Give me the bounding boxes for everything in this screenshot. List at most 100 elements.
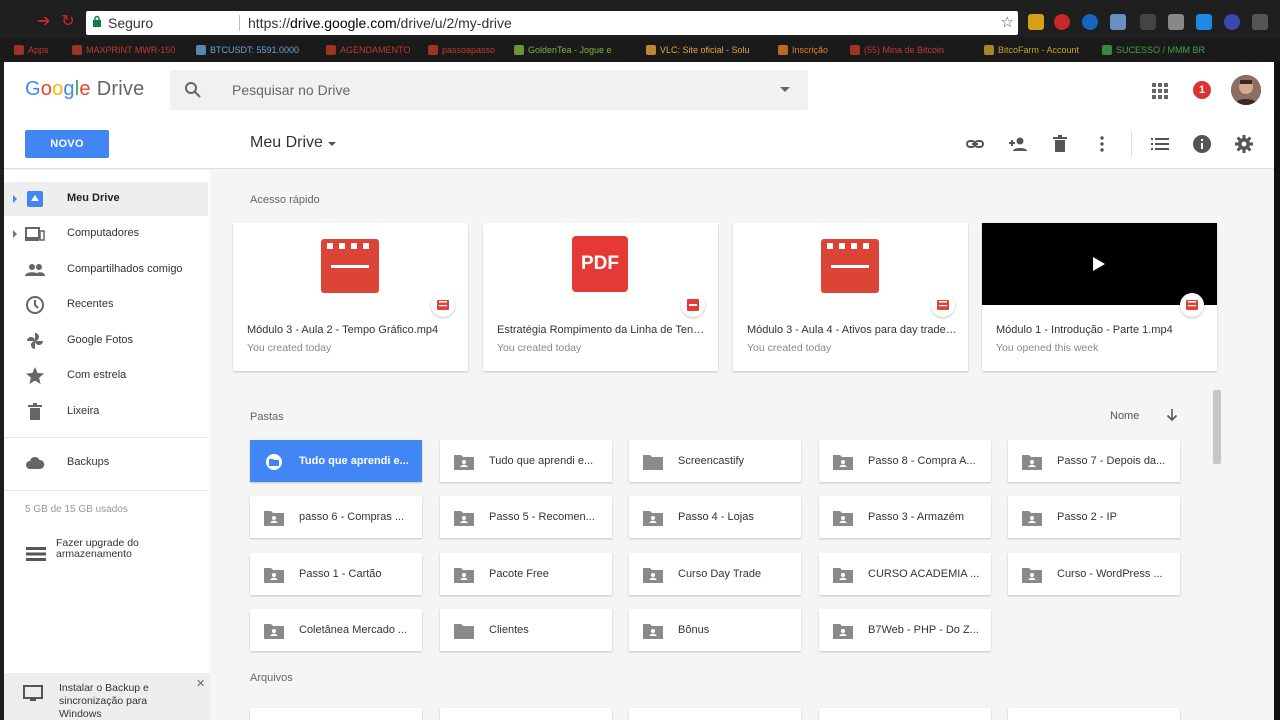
sidebar-item-backups[interactable]: Backups xyxy=(4,446,208,480)
search-input[interactable] xyxy=(232,80,752,100)
sidebar-item-trash[interactable]: Lixeira xyxy=(4,395,208,429)
install-backup-text: Instalar o Backup e sincronização para W… xyxy=(59,682,149,720)
folder-item[interactable]: Screencastify xyxy=(629,440,801,482)
upgrade-storage-link[interactable]: Fazer upgrade do armazenamento xyxy=(56,538,196,560)
folder-name: Passo 4 - Lojas xyxy=(678,511,754,523)
info-icon[interactable] xyxy=(1192,134,1212,154)
notifications-badge[interactable]: 1 xyxy=(1193,81,1211,99)
extension-download-icon[interactable] xyxy=(1196,14,1212,30)
secure-label: Seguro xyxy=(108,15,154,31)
extension-image-icon[interactable] xyxy=(1110,14,1126,30)
folder-item[interactable]: Passo 1 - Cartão xyxy=(250,553,422,595)
folder-item[interactable]: Passo 2 - IP xyxy=(1008,496,1180,538)
play-icon xyxy=(1093,257,1105,271)
install-backup-banner[interactable]: Instalar o Backup e sincronização para W… xyxy=(4,673,210,720)
bookmark-item[interactable]: passoapasso xyxy=(428,43,495,57)
bookmark-item[interactable]: GoldenTea - Jogue e xyxy=(514,43,612,57)
link-icon[interactable] xyxy=(965,134,985,154)
quick-access-card[interactable]: Módulo 1 - Introdução - Parte 1.mp4 You … xyxy=(982,223,1217,371)
forward-icon[interactable]: ➔ xyxy=(34,12,54,32)
folder-name: CURSO ACADEMIA ... xyxy=(868,568,980,580)
video-file-icon xyxy=(937,300,949,310)
folder-item[interactable]: Passo 7 - Depois da... xyxy=(1008,440,1180,482)
bookmark-item[interactable]: Apps xyxy=(14,43,49,57)
extension-scissors-icon[interactable] xyxy=(1168,14,1184,30)
file-card[interactable] xyxy=(440,708,612,720)
bookmark-item[interactable]: AGENDAMENTO xyxy=(326,43,410,57)
search-options-dropdown-icon[interactable] xyxy=(780,87,790,92)
more-vert-icon[interactable] xyxy=(1092,134,1112,154)
folder-item[interactable]: Tudo que aprendi e... xyxy=(250,440,422,482)
folder-item[interactable]: Bônus xyxy=(629,609,801,651)
quick-access-card[interactable]: Módulo 3 - Aula 4 - Ativos para day trad… xyxy=(733,223,968,371)
folder-item[interactable]: Coletânea Mercado ... xyxy=(250,609,422,651)
folder-item[interactable]: Clientes xyxy=(440,609,612,651)
bookmark-item[interactable]: VLC: Site oficial - Solu xyxy=(646,43,750,57)
sidebar-item-computadores[interactable]: Computadores xyxy=(4,217,208,251)
folder-item[interactable]: Passo 3 - Armazém xyxy=(819,496,991,538)
monitor-icon xyxy=(23,685,43,701)
sidebar-item-photos[interactable]: Google Fotos xyxy=(4,324,208,358)
extension-check-icon[interactable] xyxy=(1140,14,1156,30)
bookmark-item[interactable]: SUCESSO / MMM BR xyxy=(1102,43,1205,57)
folder-item[interactable]: Tudo que aprendi e... xyxy=(440,440,612,482)
file-name: Módulo 3 - Aula 2 - Tempo Gráfico.mp4 xyxy=(247,324,439,336)
folder-item[interactable]: Pacote Free xyxy=(440,553,612,595)
bookmark-item[interactable]: BTCUSDT: 5591.0000 xyxy=(196,43,299,57)
folder-name: Passo 7 - Depois da... xyxy=(1057,455,1166,467)
quick-access-card[interactable]: Módulo 3 - Aula 2 - Tempo Gráfico.mp4 Yo… xyxy=(233,223,468,371)
sidebar-item-starred[interactable]: Com estrela xyxy=(4,359,208,393)
close-icon[interactable]: ✕ xyxy=(196,677,205,690)
search-box[interactable] xyxy=(170,70,808,110)
folder-item[interactable]: Passo 5 - Recomen... xyxy=(440,496,612,538)
shared-folder-icon xyxy=(264,511,284,526)
folder-item[interactable]: Curso Day Trade xyxy=(629,553,801,595)
arrow-down-icon[interactable] xyxy=(1165,408,1179,422)
file-card[interactable] xyxy=(629,708,801,720)
expand-arrow-icon[interactable] xyxy=(13,195,17,203)
folder-item[interactable]: B7Web - PHP - Do Z... xyxy=(819,609,991,651)
bookmark-item[interactable]: (55) Mina de Bitcoin xyxy=(850,43,944,57)
extension-adblock-icon[interactable] xyxy=(1054,14,1070,30)
bookmark-item[interactable]: MAXPRINT MWR-150 xyxy=(72,43,175,57)
settings-gear-icon[interactable] xyxy=(1234,134,1254,154)
extension-pencil-icon[interactable] xyxy=(1028,14,1044,30)
folder-item[interactable]: Passo 4 - Lojas xyxy=(629,496,801,538)
folder-name: Coletânea Mercado ... xyxy=(299,624,408,636)
sidebar-item-shared[interactable]: Compartilhados comigo xyxy=(4,253,208,287)
apps-grid-icon[interactable] xyxy=(1152,83,1168,99)
quick-access-card[interactable]: PDF Estratégia Rompimento da Linha de Te… xyxy=(483,223,718,371)
file-card[interactable] xyxy=(819,708,991,720)
sidebar-item-meu-drive[interactable]: Meu Drive xyxy=(4,182,208,216)
new-button[interactable]: NOVO xyxy=(25,130,109,158)
list-view-icon[interactable] xyxy=(1150,134,1170,154)
sidebar-item-recent[interactable]: Recentes xyxy=(4,288,208,322)
shared-folder-icon xyxy=(1022,455,1042,470)
extension-globe-icon[interactable] xyxy=(1224,14,1240,30)
drive-logo[interactable]: Google Drive xyxy=(25,78,144,101)
chevron-down-icon[interactable] xyxy=(328,142,336,146)
sidebar-item-label: Google Fotos xyxy=(67,334,134,346)
bookmark-item[interactable]: BitcoFarm - Account xyxy=(984,43,1079,57)
reload-icon[interactable]: ↻ xyxy=(58,12,78,32)
extension-info-icon[interactable] xyxy=(1082,14,1098,30)
folder-item[interactable]: Curso - WordPress ... xyxy=(1008,553,1180,595)
bookmark-star-icon[interactable]: ☆ xyxy=(1001,13,1014,31)
chrome-menu-icon[interactable] xyxy=(1252,14,1268,30)
folder-item[interactable]: Passo 8 - Compra A... xyxy=(819,440,991,482)
scrollbar[interactable] xyxy=(1213,390,1221,464)
search-icon[interactable] xyxy=(184,81,202,99)
bookmark-item[interactable]: Inscrição xyxy=(778,43,828,57)
file-card[interactable] xyxy=(250,708,422,720)
location-title[interactable]: Meu Drive xyxy=(250,134,323,152)
share-person-add-icon[interactable] xyxy=(1008,134,1028,154)
file-card[interactable] xyxy=(1008,708,1180,720)
folder-item[interactable]: passo 6 - Compras ... xyxy=(250,496,422,538)
folder-item[interactable]: CURSO ACADEMIA ... xyxy=(819,553,991,595)
avatar[interactable] xyxy=(1231,75,1261,105)
toolbar-divider xyxy=(1131,131,1132,157)
address-bar[interactable]: Seguro https://drive.google.com/drive/u/… xyxy=(86,11,1018,35)
sort-by-name[interactable]: Nome xyxy=(1110,410,1139,422)
expand-arrow-icon[interactable] xyxy=(13,230,17,238)
trash-icon[interactable] xyxy=(1050,134,1070,154)
